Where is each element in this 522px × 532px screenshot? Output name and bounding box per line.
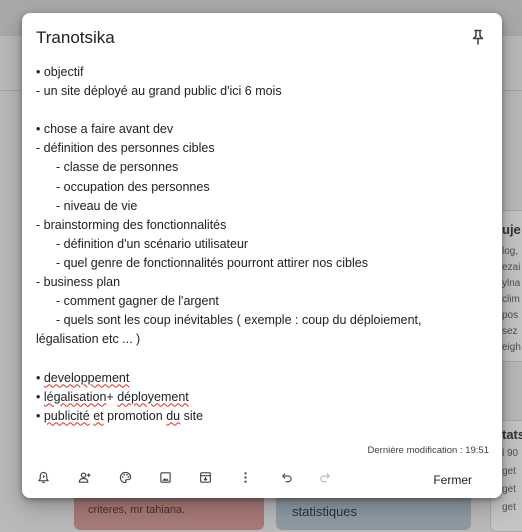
background-card-line: clim <box>502 294 520 305</box>
note-toolbar: Fermer <box>22 465 502 495</box>
note-line: - quels sont les coup inévitables ( exem… <box>36 311 476 349</box>
background-card-line: log, <box>502 246 519 257</box>
background-card-line: ezai <box>502 262 521 273</box>
note-line: • developpement <box>36 369 476 388</box>
close-button[interactable]: Fermer <box>433 473 472 487</box>
note-line: • objectif <box>36 65 84 79</box>
misspelled-word: déployement <box>117 389 189 404</box>
undo-icon <box>280 471 293 489</box>
background-card-line: pos <box>502 310 519 321</box>
bullet: • <box>36 370 44 385</box>
redo-icon <box>319 471 332 489</box>
pin-button[interactable] <box>465 26 491 52</box>
collaborator-button[interactable] <box>73 469 95 491</box>
image-button[interactable] <box>154 469 176 491</box>
archive-button[interactable] <box>194 469 216 491</box>
background-card-title: statistiques <box>292 504 358 519</box>
bullet: • <box>36 408 44 423</box>
note-line: - brainstorming des fonctionnalités <box>36 217 227 232</box>
background-card-line: ylna <box>502 278 521 289</box>
misspelled-word: publicité <box>43 408 90 423</box>
undo-button[interactable] <box>275 469 297 491</box>
note-line: - un site déployé au grand public d'ici … <box>36 84 282 99</box>
misspelled-word: du <box>166 408 181 423</box>
note-line: - niveau de vie <box>56 198 138 213</box>
note-line: • légalisation+ déployement <box>36 388 476 407</box>
note-line: - définition des personnes cibles <box>36 141 215 156</box>
note-body[interactable]: • objectif - un site déployé au grand pu… <box>36 63 476 426</box>
last-modified-label: Dernière modification : 19:51 <box>367 445 489 456</box>
misspelled-word: et <box>93 408 104 423</box>
background-card-text: criteres, mr tahiana. <box>88 504 186 516</box>
background-card-line: get <box>502 502 516 513</box>
background-card-line: sez <box>502 326 518 337</box>
misspelled-word: developpement <box>43 370 130 385</box>
note-line: - business plan <box>36 275 121 290</box>
bullet: • <box>36 389 44 404</box>
background-card-line: l 90 <box>502 448 519 459</box>
note-dialog: Tranotsika • objectif - un site déployé … <box>22 13 502 498</box>
more-icon <box>239 471 252 489</box>
redo-button[interactable] <box>314 469 336 491</box>
note-text: + <box>106 389 118 404</box>
remind-button[interactable] <box>32 469 54 491</box>
palette-icon <box>119 471 132 489</box>
note-line: - comment gagner de l'argent <box>56 294 219 309</box>
note-line: - définition d'un scénario utilisateur <box>56 236 249 251</box>
note-blank-line <box>36 349 476 368</box>
note-line: - classe de personnes <box>56 160 179 175</box>
note-title[interactable]: Tranotsika <box>36 28 115 48</box>
background-card-line: get <box>502 484 516 495</box>
note-line: • chose a faire avant dev <box>36 122 174 137</box>
color-button[interactable] <box>114 469 136 491</box>
note-blank-line <box>36 101 476 120</box>
remind-icon <box>37 471 50 489</box>
image-icon <box>159 471 172 489</box>
note-text: promotion <box>103 408 167 423</box>
background-card-line: get <box>502 466 516 477</box>
note-text: site <box>180 408 204 423</box>
more-button[interactable] <box>234 469 256 491</box>
background-card-title: uje <box>502 222 521 237</box>
archive-icon <box>199 471 212 489</box>
pin-icon <box>471 29 485 50</box>
note-line: - occupation des personnes <box>56 179 210 194</box>
background-card-line: eigh <box>502 342 521 353</box>
background-card-title: tats <box>502 427 522 442</box>
note-line: - quel genre de fonctionnalités pourront… <box>56 255 368 270</box>
misspelled-word: légalisation <box>43 389 107 404</box>
note-line-text: - quels sont les coup inévitables ( exem… <box>36 313 422 347</box>
collaborator-icon <box>78 471 91 489</box>
note-line: • publicité et promotion du site <box>36 407 476 426</box>
